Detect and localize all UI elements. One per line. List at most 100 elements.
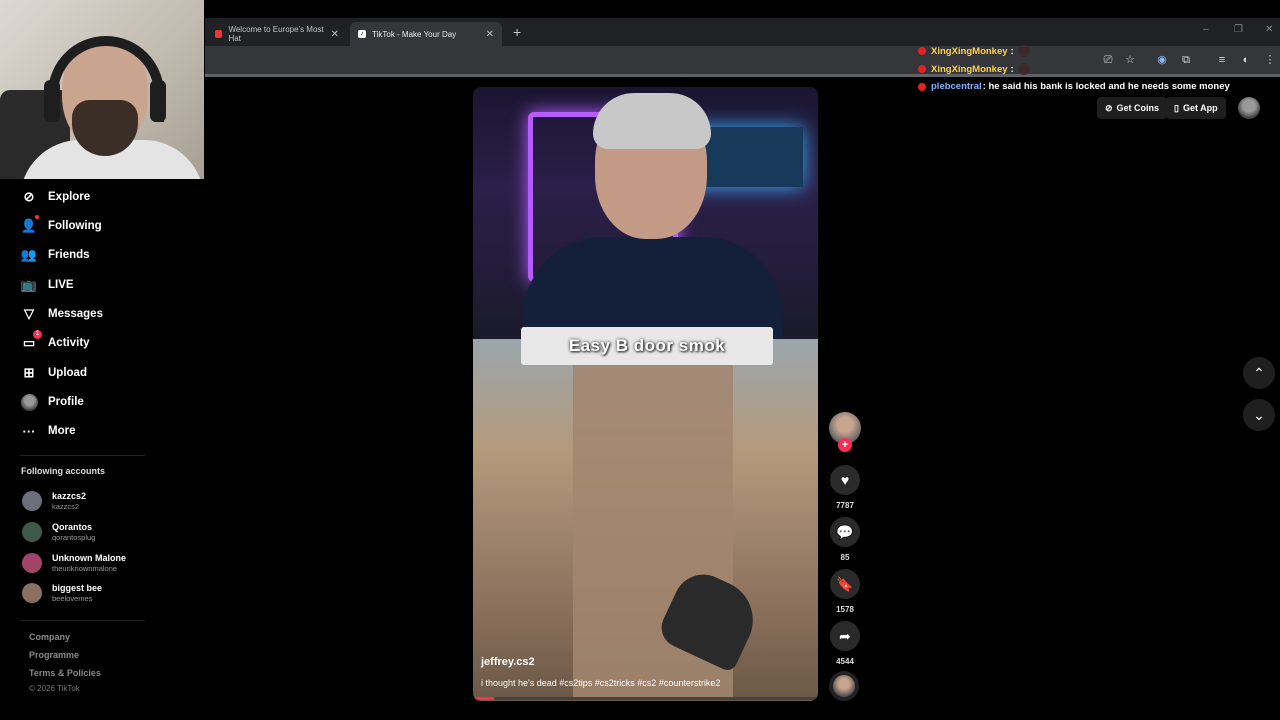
chevron-down-icon: ⌄ [1253, 406, 1265, 423]
sidebar-item-label: More [48, 425, 76, 437]
share-button[interactable]: ➦ [830, 621, 860, 651]
save-button[interactable]: 🔖 [830, 569, 860, 599]
browser-tab-active[interactable]: ♪ TikTok - Make Your Day ✕ [350, 22, 502, 46]
get-app-button[interactable]: ▯ Get App [1166, 97, 1226, 119]
headphone-cup-left [44, 80, 60, 122]
music-disc-avatar[interactable] [829, 671, 859, 701]
browser-tab-bar: Welcome to Europe's Most Hat ✕ ♪ TikTok … [205, 18, 1280, 46]
share-count: 4544 [836, 657, 854, 666]
get-coins-button[interactable]: ⊘ Get Coins [1097, 97, 1168, 119]
chat-text: : he said his bank is locked and he need… [982, 81, 1230, 92]
like-action: ♥ 7787 [829, 465, 861, 510]
video-top-scene [473, 87, 818, 347]
comment-action: 💬 85 [829, 517, 861, 562]
video-description: i thought he's dead #cs2tips #cs2tricks … [481, 678, 721, 688]
chat-text: : [1010, 45, 1014, 57]
chat-emote-icon [1017, 63, 1030, 75]
footer-link-terms[interactable]: Terms & Policies [29, 668, 101, 678]
chat-badge-icon [918, 65, 926, 73]
following-account-item[interactable]: kazzcs2 kazzcs2 [22, 488, 172, 514]
account-name: biggest bee [52, 583, 103, 593]
previous-video-button[interactable]: ⌃ [1243, 357, 1275, 389]
tiktok-favicon-icon: ♪ [358, 30, 366, 38]
activity-icon: ▭ 1 [20, 330, 42, 352]
close-tab-icon[interactable]: ✕ [486, 29, 494, 40]
close-tab-icon[interactable]: ✕ [331, 29, 339, 40]
tab-title: TikTok - Make Your Day [372, 29, 457, 39]
chat-text: : [1010, 63, 1014, 75]
toolbar-divider [205, 74, 1280, 77]
extensions-icon[interactable]: ⧉ [1179, 53, 1193, 67]
save-action: 🔖 1578 [829, 569, 861, 614]
messages-icon: ▽ [24, 306, 34, 321]
avatar [22, 553, 42, 573]
heart-icon: ♥ [840, 472, 850, 488]
get-coins-label: Get Coins [1116, 103, 1160, 113]
get-app-label: Get App [1182, 103, 1218, 113]
share-icon: ➦ [839, 627, 851, 644]
sidebar-item-explore[interactable]: ⊘ Explore [20, 185, 200, 209]
tab-favicon-icon [215, 30, 223, 38]
browser-toolbar: ⎚ ☆ ◉ ⧉ ≡ ◐ ⋮ [205, 46, 1280, 74]
sidebar-item-friends[interactable]: 👥 Friends [20, 243, 200, 267]
new-content-dot [35, 215, 39, 219]
user-avatar[interactable] [1238, 97, 1260, 119]
comment-button[interactable]: 💬 [830, 517, 860, 547]
sidebar-item-label: Explore [48, 191, 91, 203]
footer-link-programme[interactable]: Programme [29, 650, 79, 660]
following-account-item[interactable]: biggest bee beelovemes [22, 580, 172, 606]
bookmark-icon: 🔖 [836, 575, 854, 592]
sidebar-item-label: Friends [48, 249, 90, 261]
follow-button[interactable]: + [838, 438, 852, 452]
sidebar-item-label: LIVE [48, 279, 74, 291]
sidebar-item-profile[interactable]: Profile [20, 390, 200, 414]
headphone-cup-right [150, 80, 166, 122]
profile-avatar-icon [20, 393, 38, 411]
chat-message: plebcentral : he said his bank is locked… [918, 81, 1230, 92]
like-count: 7787 [836, 501, 854, 510]
bookmark-star-icon[interactable]: ☆ [1123, 53, 1137, 67]
sidebar-item-following[interactable]: 👤 Following [20, 214, 200, 238]
webcam-overlay [0, 0, 204, 179]
account-name: Qorantos [52, 522, 93, 532]
minimize-button[interactable]: – [1203, 24, 1209, 35]
account-name: Unknown Malone [52, 553, 126, 563]
browser-menu-icon[interactable]: ⋮ [1263, 53, 1277, 67]
share-action: ➦ 4544 [829, 621, 861, 666]
account-handle: kazzcs2 [52, 502, 80, 511]
video-author[interactable]: jeffrey.cs2 [481, 656, 535, 668]
comment-count: 85 [840, 553, 850, 562]
browser-tab-inactive[interactable]: Welcome to Europe's Most Hat ✕ [207, 22, 347, 46]
sidebar-divider [20, 455, 145, 456]
next-video-button[interactable]: ⌄ [1243, 399, 1275, 431]
chat-message: XingXingMonkey : [918, 45, 1030, 57]
cast-icon[interactable]: ⎚ [1101, 53, 1115, 67]
chat-username: XingXingMonkey [931, 45, 1008, 57]
new-tab-button[interactable]: + [513, 24, 521, 40]
following-account-item[interactable]: Unknown Malone theunknownmalone [22, 550, 172, 576]
profile-icon[interactable]: ◐ [1239, 53, 1253, 67]
sidebar-item-activity[interactable]: ▭ 1 Activity [20, 330, 200, 355]
avatar [22, 583, 42, 603]
following-icon: 👤 [20, 215, 39, 235]
sidebar-item-live[interactable]: 📺 LIVE [20, 273, 200, 297]
tab-search-icon[interactable]: ≡ [1215, 53, 1229, 67]
chat-username: plebcentral [931, 81, 982, 92]
window-close-button[interactable]: ✕ [1265, 24, 1273, 35]
restore-button[interactable]: ❐ [1234, 24, 1243, 35]
video-player[interactable]: Easy B door smok jeffrey.cs2 i thought h… [473, 87, 818, 701]
friends-icon: 👥 [20, 247, 38, 262]
sidebar-item-label: Profile [48, 396, 84, 408]
audio-playing-icon[interactable]: ◉ [1155, 53, 1169, 67]
sidebar-item-upload[interactable]: ⊞ Upload [20, 361, 200, 385]
following-account-item[interactable]: Qorantos qorantosplug [22, 519, 172, 545]
account-handle: qorantosplug [52, 533, 96, 542]
video-progress-bar[interactable] [473, 697, 818, 700]
footer-link-company[interactable]: Company [29, 632, 70, 642]
video-overlay-text: Easy B door smok [521, 327, 773, 365]
comment-icon: 💬 [836, 523, 854, 540]
sidebar-item-more[interactable]: ··· More [20, 419, 200, 443]
like-button[interactable]: ♥ [830, 465, 860, 495]
sidebar-item-messages[interactable]: ▽ Messages [20, 302, 200, 326]
chat-username: XingXingMonkey [931, 63, 1008, 75]
